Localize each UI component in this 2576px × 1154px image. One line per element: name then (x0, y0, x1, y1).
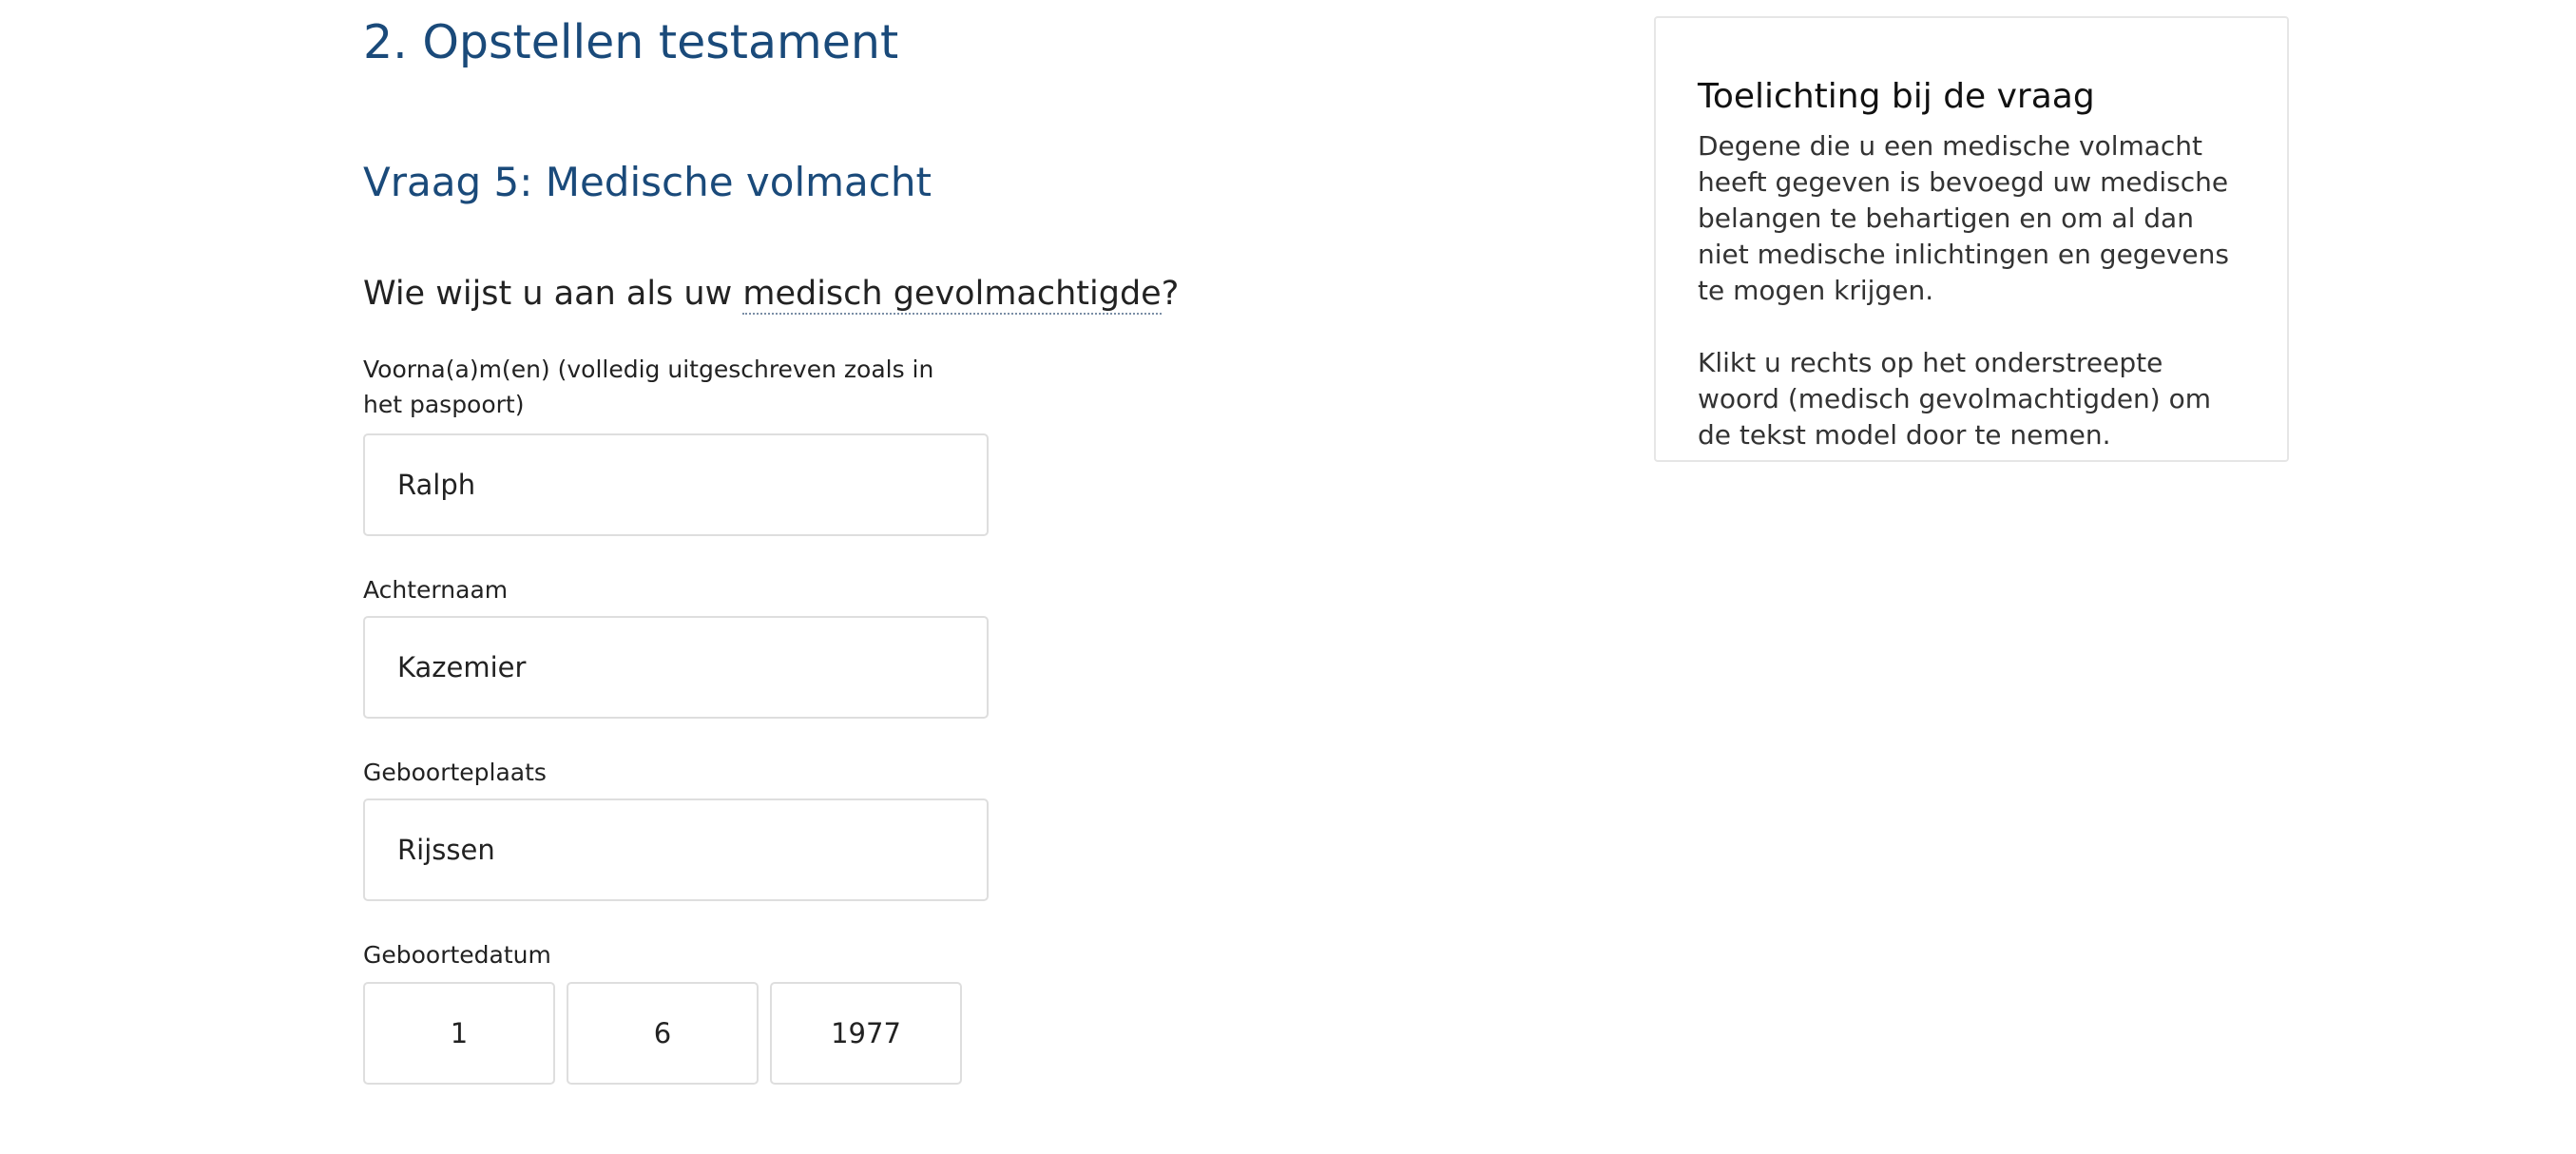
birthdate-day-input[interactable] (363, 982, 555, 1085)
question-text: Wie wijst u aan als uw medisch gevolmach… (363, 268, 1179, 319)
question-prefix: Wie wijst u aan als uw (363, 275, 743, 313)
help-paragraph: Klikt u rechts op het onderstreepte woor… (1698, 347, 2212, 451)
birthdate-month-input[interactable] (567, 982, 759, 1085)
question-suffix: ? (1161, 275, 1180, 313)
last-name-label: Achternaam (363, 576, 509, 604)
medisch-gevolmachtigde-term-link[interactable]: medisch gevolmachtigde (742, 275, 1162, 315)
last-name-input[interactable] (363, 616, 989, 719)
birthdate-year-input[interactable] (770, 982, 962, 1085)
question-title: Vraag 5: Medische volmacht (363, 159, 932, 205)
question-help-panel: Toelichting bij de vraag Degene die u ee… (1654, 16, 2289, 462)
birthplace-input[interactable] (363, 798, 989, 901)
first-names-label: Voorna(a)m(en) (volledig uitgeschreven z… (363, 356, 934, 418)
help-panel-title: Toelichting bij de vraag (1698, 77, 2095, 116)
birthplace-label: Geboorteplaats (363, 759, 547, 786)
help-paragraph: Degene die u een medische volmacht heeft… (1698, 130, 2229, 306)
birthdate-label: Geboortedatum (363, 941, 551, 969)
section-title: 2. Opstellen testament (363, 15, 899, 69)
first-names-input[interactable] (363, 433, 989, 536)
